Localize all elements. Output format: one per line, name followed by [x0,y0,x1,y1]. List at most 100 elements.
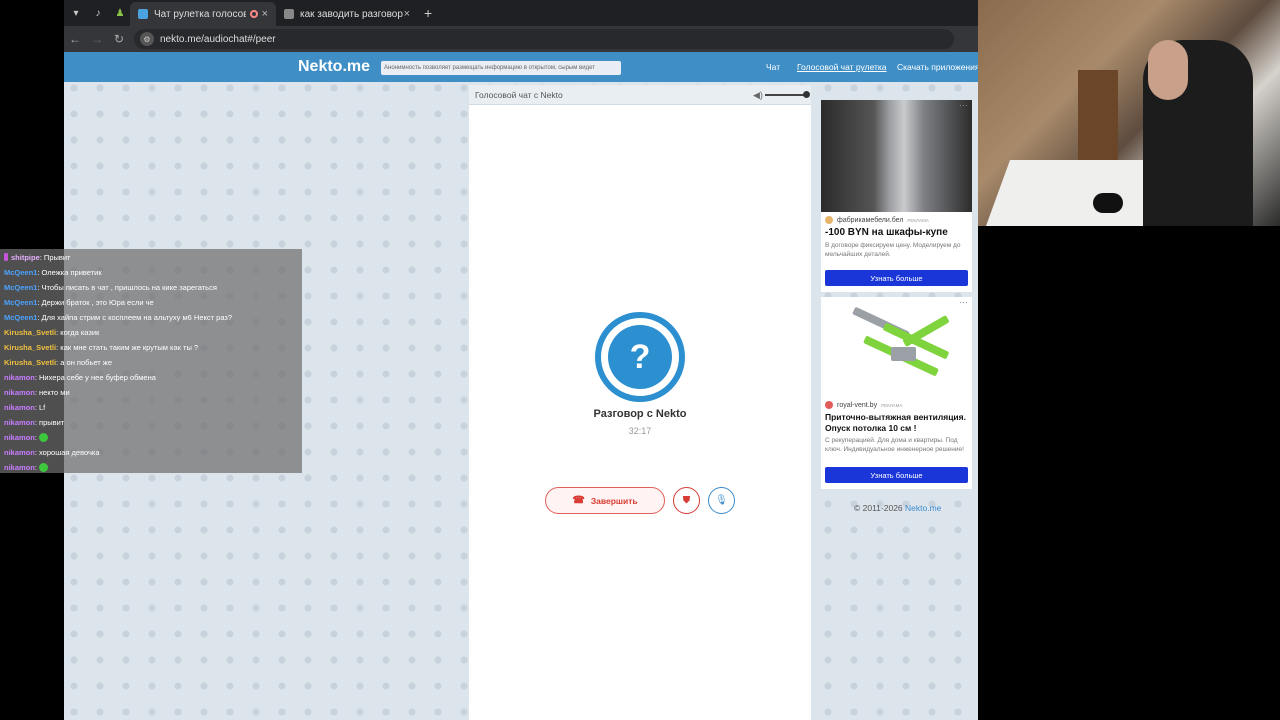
webcam-overlay [978,0,1280,226]
ad-ventilation[interactable]: ⋯ royal-vent.by РЕКЛАМА Приточно-вытяжна… [821,297,972,489]
emote-icon [38,462,48,472]
chat-text: : Нихера себе у нее буфер обмена [34,372,156,382]
chat-username: nikamon [4,417,35,427]
close-tab-icon[interactable]: × [262,8,268,20]
chat-message: McQeen1 : Олежка приветик [4,265,102,279]
end-call-label: Завершить [590,495,638,506]
chat-text: : Прывит [39,252,71,262]
report-button[interactable]: ⛊ [673,487,700,514]
copyright-text: © 2011-2026 [854,503,906,513]
ad-learn-more-button[interactable]: Узнать больше [825,467,968,483]
chat-username: nikamon [4,372,35,382]
card-header: Голосовой чат с Nekto ◀) [469,85,811,105]
nav-voice-chat[interactable]: Голосовой чат рулетка [797,62,887,72]
hangup-icon: ☎ [572,495,585,506]
voice-chat-card: Голосовой чат с Nekto ◀) ? Разговор с Ne… [469,85,811,720]
screen: ▾ ♪ ♟ Чат рулетка голосов × как заводить… [0,0,1280,720]
chat-username: shitpipe [11,252,40,262]
chat-message: Kirusha_Svetli : а он побьет же [4,355,112,369]
card-title: Голосовой чат с Nekto [475,89,563,100]
copyright: © 2011-2026 Nekto.me [854,503,941,513]
url-field[interactable]: ⚙ nekto.me/audiochat#/peer [134,29,954,49]
chat-text: : [34,432,37,442]
chat-username: nikamon [4,432,35,442]
tiktok-icon[interactable]: ♪ [88,3,108,23]
tab-search-icon[interactable]: ▾ [66,3,86,23]
chat-text: : Держи браток , это Юра если че [37,297,154,307]
chat-text: : хорошая девочка [34,447,100,457]
conversation-title: Разговор с Nekto [593,408,687,420]
volume-slider[interactable] [765,94,807,96]
mute-button[interactable]: 🎙 [708,487,735,514]
nekto-favicon-icon [138,9,148,19]
site-header: Nekto.me Анонимность позволяет размещать… [64,52,978,82]
chat-username: Kirusha_Svetli [4,342,57,352]
chat-message: nikamon : хорошая девочка [4,445,100,459]
ad-tag: РЕКЛАМА [907,217,929,223]
question-icon: ? [608,325,672,389]
ad-image [821,100,972,212]
tab-bar: ▾ ♪ ♟ Чат рулетка голосов × как заводить… [64,0,978,26]
pinned-tab-icon[interactable]: ♟ [110,3,130,23]
conversation-timer: 32:17 [628,426,652,436]
ad-source-name: royal-vent.by [837,401,878,409]
footer-link[interactable]: Nekto.me [905,503,941,513]
chat-message: McQeen1 : Чтобы писать в чат , пришлось … [4,280,217,294]
chat-text: : некто ми [34,387,70,397]
chat-username: nikamon [4,462,35,472]
chat-text: : Lf [34,402,46,412]
tab-title: Чат рулетка голосов [154,8,246,20]
ad-menu-icon[interactable]: ⋯ [959,297,968,308]
chat-message: nikamon : некто ми [4,385,70,399]
chat-message: nikamon : [4,460,48,474]
stream-chat-overlay: shitpipe : Прывит McQeen1 : Олежка привет… [0,249,302,473]
ad-image [821,297,972,397]
ad-menu-icon[interactable]: ⋯ [959,100,968,111]
search-favicon-icon [284,9,294,19]
forward-icon[interactable]: → [86,32,108,46]
volume-knob[interactable] [803,91,810,98]
partner-avatar: ? [595,312,685,402]
site-info-icon[interactable]: ⚙ [140,32,154,46]
chat-username: nikamon [4,447,35,457]
tab-title: как заводить разговор [300,8,403,20]
ad-text: В договоре фиксируем цену. Моделируем до… [825,242,961,258]
chat-username: McQeen1 [4,267,38,277]
chat-message: Kirusha_Svetli : когда казик [4,325,99,339]
tab-search[interactable]: как заводить разговор × [276,2,418,26]
ad-wardrobe[interactable]: ⋯ фабрикамебели.бел РЕКЛАМА -100 BYN на … [821,100,972,292]
new-tab-button[interactable]: + [424,5,432,21]
chat-text: : Для хайпа стрим с косплеем на альтуху … [37,312,233,322]
site-logo[interactable]: Nekto.me [298,58,370,76]
tab-nekto[interactable]: Чат рулетка голосов × [130,2,276,26]
chat-message: Kirusha_Svetli : как мне стать таким же … [4,340,198,354]
chat-message: McQeen1 : Для хайпа стрим с косплеем на … [4,310,232,324]
notice-banner: Анонимность позволяет размещать информац… [381,61,621,75]
chat-username: McQeen1 [4,312,38,322]
ad-headline: Приточно-вытяжная вентиляция. Опуск пото… [825,412,966,433]
address-bar: ← → ↻ ⚙ nekto.me/audiochat#/peer [64,26,978,52]
nav-chat[interactable]: Чат [766,62,780,72]
ad-learn-more-button[interactable]: Узнать больше [825,270,968,286]
advertiser-icon [825,401,833,409]
chat-username: McQeen1 [4,282,38,292]
chat-username: McQeen1 [4,297,38,307]
volume-icon[interactable]: ◀) [753,90,763,101]
chat-username: Kirusha_Svetli [4,327,57,337]
chat-text: : когда казик [56,327,100,337]
ad-source: royal-vent.by РЕКЛАМА [821,397,972,409]
url-text: nekto.me/audiochat#/peer [160,33,276,45]
chat-text: : прывит [34,417,65,427]
ad-text: С рекуперацией. Для дома и квартиры. Под… [825,437,964,453]
back-icon[interactable]: ← [64,32,86,46]
chat-text: : как мне стать таким же крутым как ты ? [56,342,199,352]
chat-username: nikamon [4,387,35,397]
reload-icon[interactable]: ↻ [108,32,130,46]
close-tab-icon[interactable]: × [404,8,410,20]
chat-text: : а он побьет же [56,357,112,367]
end-call-button[interactable]: ☎ Завершить [545,487,665,514]
nav-download-apps[interactable]: Скачать приложения [897,62,978,72]
chat-message: nikamon : Lf [4,400,45,414]
right-black-area [1216,226,1280,720]
chat-message: nikamon : Нихера себе у нее буфер обмена [4,370,156,384]
